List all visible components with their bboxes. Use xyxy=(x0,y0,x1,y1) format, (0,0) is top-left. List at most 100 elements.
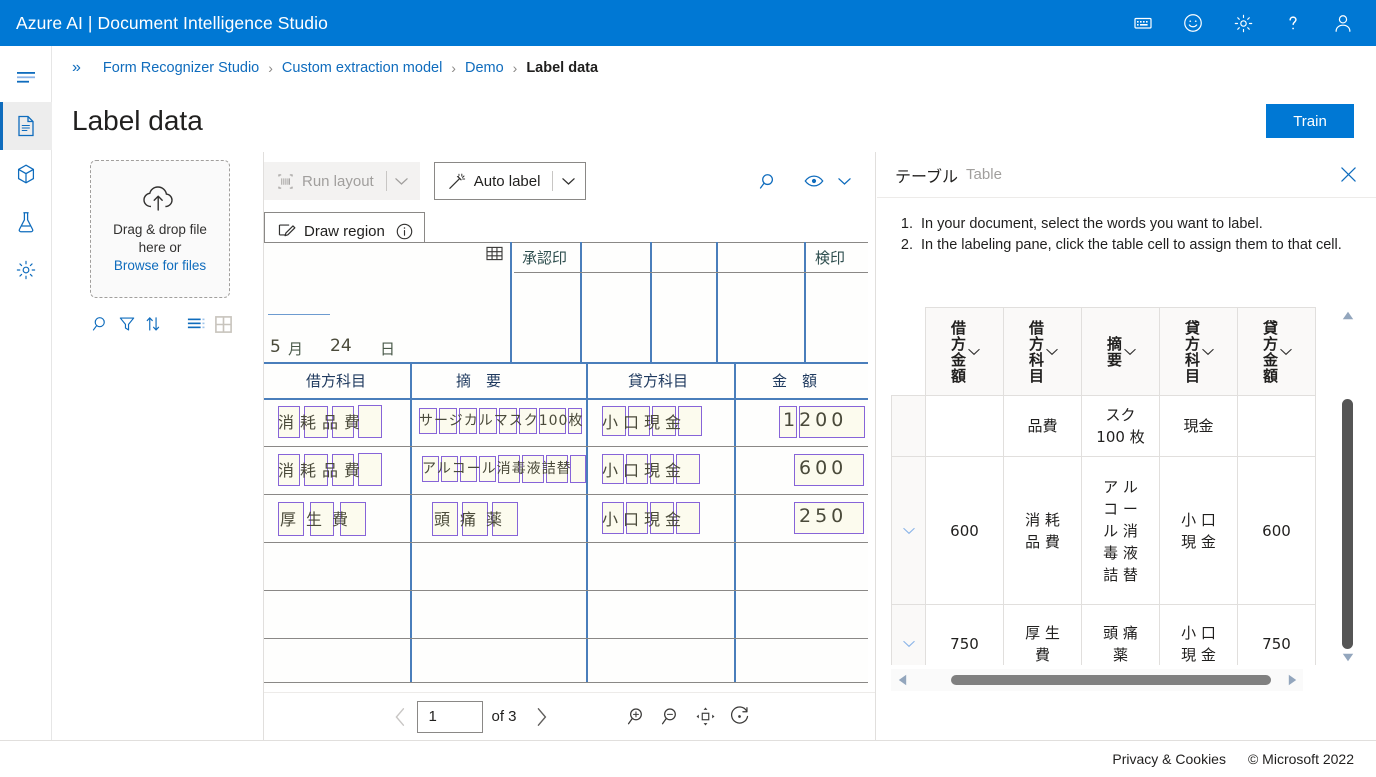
list-view-icon[interactable] xyxy=(184,312,210,336)
eye-icon[interactable] xyxy=(799,166,829,196)
cell-debit-account[interactable]: 品費 xyxy=(1003,395,1082,457)
cell-credit-amount[interactable]: 600 xyxy=(1237,456,1316,605)
zoom-out-icon[interactable] xyxy=(655,700,689,734)
sidebar-item-settings[interactable] xyxy=(0,246,52,294)
scrollbar-thumb[interactable] xyxy=(951,675,1271,685)
sidebar-item-test[interactable] xyxy=(0,198,52,246)
doc-row-2-debit-account: 厚生費 xyxy=(280,510,359,529)
column-header-debit-account[interactable]: 借方科目 xyxy=(1003,307,1082,396)
draw-region-label: Draw region xyxy=(304,222,385,240)
privacy-cookies-link[interactable]: Privacy & Cookies xyxy=(1112,751,1226,767)
chevron-down-icon xyxy=(389,177,415,186)
column-header-credit-account[interactable]: 貸方科目 xyxy=(1159,307,1238,396)
table-row[interactable]: 品費 スク 100 枚 現金 xyxy=(891,395,1316,457)
chevron-down-icon[interactable] xyxy=(1046,348,1058,356)
page-number-input[interactable] xyxy=(417,700,484,733)
table-header-row: 借方金額 借方科目 摘要 貸方科目 貸方金額 xyxy=(891,307,1316,396)
rotate-icon[interactable] xyxy=(723,700,757,734)
sidebar-item-collapse[interactable] xyxy=(0,54,52,102)
grid-view-icon[interactable] xyxy=(210,312,236,336)
search-icon[interactable] xyxy=(753,166,783,196)
train-button[interactable]: Train xyxy=(1266,104,1354,138)
column-header-debit-amount[interactable]: 借方金額 xyxy=(925,307,1004,396)
auto-label-button[interactable]: Auto label xyxy=(433,162,587,200)
previous-page-button[interactable] xyxy=(383,700,417,734)
scrollbar-thumb[interactable] xyxy=(1342,399,1353,649)
fit-to-window-icon[interactable] xyxy=(689,700,723,734)
file-dropzone[interactable]: Drag & drop file here or Browse for file… xyxy=(90,160,230,298)
chevron-down-icon[interactable] xyxy=(1202,348,1214,356)
sidebar-item-models[interactable] xyxy=(0,150,52,198)
scroll-left-arrow[interactable] xyxy=(891,674,913,686)
instruction-item: In your document, select the words you w… xyxy=(917,214,1354,235)
cell-credit-account[interactable]: 小 口 現 金 xyxy=(1159,456,1238,605)
cell-text: スク 100 枚 xyxy=(1096,406,1145,446)
chevron-down-icon[interactable] xyxy=(1124,348,1136,356)
cell-debit-account[interactable]: 厚 生 費 xyxy=(1003,604,1082,665)
row-header-cell[interactable] xyxy=(891,456,926,605)
expand-panel-icon[interactable]: » xyxy=(72,59,81,77)
column-header-credit-amount[interactable]: 貸方金額 xyxy=(1237,307,1316,396)
cell-description[interactable]: スク 100 枚 xyxy=(1081,395,1160,457)
doc-row-1-amount: 600 xyxy=(799,457,848,479)
info-icon[interactable] xyxy=(395,222,414,241)
table-horizontal-scrollbar[interactable] xyxy=(891,669,1303,691)
doc-row-0-credit-account: 小口現金 xyxy=(602,413,687,432)
table-row[interactable]: 750 厚 生 費 頭 痛 薬 小 口 現 金 750 xyxy=(891,604,1316,665)
keyboard-icon[interactable] xyxy=(1118,0,1168,46)
sort-icon[interactable] xyxy=(140,312,166,336)
chevron-down-icon[interactable] xyxy=(1280,348,1292,356)
next-page-button[interactable] xyxy=(525,700,559,734)
breadcrumb-separator: › xyxy=(512,60,518,76)
cell-description[interactable]: ア ル コ ー ル 消 毒 液 詰 替 xyxy=(1081,456,1160,605)
smiley-icon[interactable] xyxy=(1168,0,1218,46)
doc-row-0-description: サージカルマスク100枚 xyxy=(419,413,584,429)
row-header-cell[interactable] xyxy=(891,604,926,665)
cell-credit-account[interactable]: 小 口 現 金 xyxy=(1159,604,1238,665)
cell-debit-amount[interactable]: 600 xyxy=(925,456,1004,605)
browse-files-link[interactable]: Browse for files xyxy=(114,258,206,273)
chevron-down-icon[interactable] xyxy=(555,177,581,186)
account-icon[interactable] xyxy=(1318,0,1368,46)
cell-text: 小 口 現 金 xyxy=(1181,510,1216,551)
cell-credit-amount[interactable] xyxy=(1237,395,1316,457)
breadcrumb-separator: › xyxy=(268,60,273,76)
cell-description[interactable]: 頭 痛 薬 xyxy=(1081,604,1160,665)
cell-credit-account[interactable]: 現金 xyxy=(1159,395,1238,457)
scroll-down-arrow[interactable] xyxy=(1342,649,1354,665)
cell-debit-amount[interactable] xyxy=(925,395,1004,457)
sidebar-item-document[interactable] xyxy=(0,102,52,150)
chevron-down-icon[interactable] xyxy=(968,348,980,356)
row-header-cell[interactable] xyxy=(891,395,926,457)
breadcrumb-item-2[interactable]: Demo xyxy=(465,60,504,76)
page-footer: Privacy & Cookies © Microsoft 2022 xyxy=(0,740,1376,777)
close-icon[interactable] xyxy=(1334,161,1362,189)
breadcrumb-separator: › xyxy=(451,60,456,76)
label-table: 借方金額 借方科目 摘要 貸方科目 貸方金額 品費 スク 100 枚 現金 60… xyxy=(891,307,1316,665)
breadcrumb-item-0[interactable]: Form Recognizer Studio xyxy=(103,60,259,76)
table-row[interactable]: 600 消 耗 品 費 ア ル コ ー ル 消 毒 液 詰 替 小 口 現 金 … xyxy=(891,456,1316,605)
table-vertical-scrollbar[interactable] xyxy=(1339,307,1356,665)
cell-debit-amount[interactable]: 750 xyxy=(925,604,1004,665)
chevron-down-icon[interactable] xyxy=(829,166,859,196)
scroll-right-arrow[interactable] xyxy=(1281,674,1303,686)
help-icon[interactable] xyxy=(1268,0,1318,46)
scrollbar-track[interactable] xyxy=(1339,323,1356,649)
zoom-in-icon[interactable] xyxy=(621,700,655,734)
dropzone-line2: here or xyxy=(138,240,182,255)
scrollbar-track[interactable] xyxy=(913,669,1281,691)
breadcrumb-item-1[interactable]: Custom extraction model xyxy=(282,60,442,76)
label-table-wrapper: 借方金額 借方科目 摘要 貸方科目 貸方金額 品費 スク 100 枚 現金 60… xyxy=(877,307,1376,691)
document-canvas[interactable]: 承認印 検印 5 月 24 日 借方科目 摘 要 貸方科目 金 額 消耗品費 サ… xyxy=(264,242,875,687)
document-viewer: Run layout Auto label Draw region 承認印 検印… xyxy=(264,152,876,740)
search-icon[interactable] xyxy=(88,312,114,336)
magic-wand-icon xyxy=(447,172,466,191)
document-page: 承認印 検印 5 月 24 日 借方科目 摘 要 貸方科目 金 額 消耗品費 サ… xyxy=(264,242,868,687)
gear-icon[interactable] xyxy=(1218,0,1268,46)
filter-icon[interactable] xyxy=(114,312,140,336)
scroll-up-arrow[interactable] xyxy=(1342,307,1354,323)
cell-credit-amount[interactable]: 750 xyxy=(1237,604,1316,665)
cell-debit-account[interactable]: 消 耗 品 費 xyxy=(1003,456,1082,605)
column-header-description[interactable]: 摘要 xyxy=(1081,307,1160,396)
label-table-scroll[interactable]: 借方金額 借方科目 摘要 貸方科目 貸方金額 品費 スク 100 枚 現金 60… xyxy=(891,307,1339,665)
